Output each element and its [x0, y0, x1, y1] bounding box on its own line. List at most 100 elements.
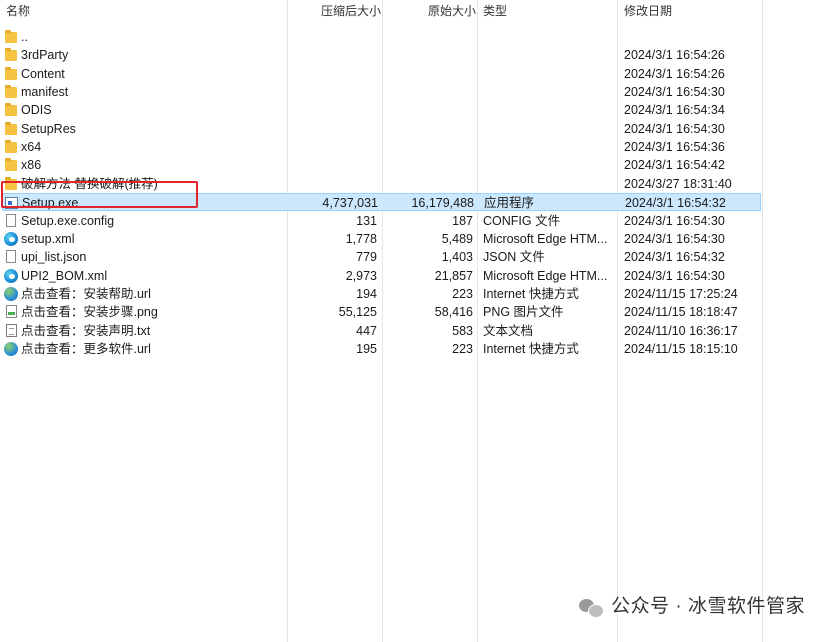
folder-row[interactable]: ..	[0, 28, 831, 46]
original-size	[381, 175, 473, 193]
folder-row[interactable]: SetupRes 2024/3/1 16:54:30	[0, 120, 831, 138]
column-header-compressed-size[interactable]: 压缩后大小	[321, 0, 381, 22]
compressed-size: 447	[356, 323, 377, 338]
file-type: 文本文档	[483, 323, 534, 338]
file-icon	[6, 250, 16, 264]
file-row[interactable]: Setup.exe.config 131 187 CONFIG 文件 2024/3/1 …	[0, 212, 831, 230]
file-type: JSON 文件	[483, 250, 545, 265]
compressed-size	[283, 156, 377, 174]
modified-date: 2024/3/1 16:54:30	[624, 85, 725, 100]
original-size	[381, 156, 473, 174]
compressed-size	[283, 28, 377, 46]
modified-date: 2024/3/1 16:54:26	[624, 66, 725, 81]
txt-icon	[6, 323, 17, 337]
modified-date: 2024/3/1 16:54:32	[624, 250, 725, 265]
file-icon	[6, 213, 16, 227]
file-type	[483, 83, 615, 101]
modified-date: 2024/3/1 16:54:30	[624, 121, 725, 136]
file-type	[483, 101, 615, 119]
file-row[interactable]: 点击查看：安装声明.txt 447 583 文本文档 2024/11/10 16:36:…	[0, 322, 831, 340]
original-size	[381, 120, 473, 138]
original-size	[381, 46, 473, 64]
file-name: SetupRes	[21, 121, 76, 136]
original-size: 223	[452, 286, 473, 301]
original-size: 223	[452, 341, 473, 356]
folder-icon	[5, 30, 17, 43]
file-type	[483, 46, 615, 64]
red-highlight-box	[1, 181, 198, 208]
watermark-text: 公众号 · 冰雪软件管家	[611, 596, 805, 617]
file-name: x64	[21, 140, 42, 155]
original-size	[381, 65, 473, 83]
modified-date: 2024/11/15 17:25:24	[624, 286, 738, 301]
compressed-size	[283, 175, 377, 193]
file-type	[483, 138, 615, 156]
file-type: 应用程序	[484, 196, 535, 211]
compressed-size: 195	[356, 341, 377, 356]
column-header-modified[interactable]: 修改日期	[624, 0, 672, 22]
modified-date	[624, 28, 784, 46]
watermark: 公众号 · 冰雪软件管家	[579, 592, 805, 622]
file-name: setup.xml	[21, 231, 75, 246]
compressed-size: 779	[356, 250, 377, 265]
folder-icon	[5, 85, 17, 99]
compressed-size: 4,737,031	[322, 196, 378, 211]
file-type: Internet 快捷方式	[483, 341, 579, 356]
file-type: Internet 快捷方式	[483, 286, 579, 301]
modified-date: 2024/3/1 16:54:30	[624, 268, 725, 283]
original-size: 187	[452, 213, 473, 228]
file-name: manifest	[21, 85, 69, 100]
file-name: 点击查看：安装声明.txt	[21, 323, 151, 338]
file-name: ..	[21, 30, 28, 44]
folder-row[interactable]: Content 2024/3/1 16:54:26	[0, 65, 831, 83]
file-type: CONFIG 文件	[483, 213, 561, 228]
modified-date: 2024/3/1 16:54:32	[625, 196, 726, 211]
file-type: Microsoft Edge HTM...	[483, 231, 608, 246]
file-type	[483, 28, 615, 46]
compressed-size	[283, 46, 377, 64]
compressed-size	[283, 83, 377, 101]
column-header-name[interactable]: 名称	[6, 0, 30, 22]
modified-date: 2024/11/15 18:15:10	[624, 341, 738, 356]
file-row[interactable]: 点击查看：安装帮助.url 194 223 Internet 快捷方式 2024/11/…	[0, 285, 831, 303]
compressed-size: 194	[356, 286, 377, 301]
globe-icon	[4, 286, 18, 301]
modified-date: 2024/3/1 16:54:26	[624, 48, 725, 63]
file-type	[483, 120, 615, 138]
modified-date: 2024/3/1 16:54:42	[624, 158, 725, 173]
folder-icon	[5, 103, 17, 117]
file-name: 3rdParty	[21, 48, 69, 63]
folder-row[interactable]: x64 2024/3/1 16:54:36	[0, 138, 831, 156]
column-header-original-size[interactable]: 原始大小	[428, 0, 476, 22]
file-row[interactable]: upi_list.json 779 1,403 JSON 文件 2024/3/1 16:…	[0, 248, 831, 266]
original-size: 58,416	[434, 305, 473, 320]
file-row[interactable]: setup.xml 1,778 5,489 Microsoft Edge HTM...…	[0, 230, 831, 248]
original-size	[381, 138, 473, 156]
compressed-size: 2,973	[345, 268, 377, 283]
compressed-size	[283, 138, 377, 156]
folder-row[interactable]: ODIS 2024/3/1 16:54:34	[0, 101, 831, 119]
compressed-size: 131	[356, 213, 377, 228]
folder-row[interactable]: 3rdParty 2024/3/1 16:54:26	[0, 46, 831, 64]
edge-icon	[4, 268, 18, 283]
folder-row[interactable]: x86 2024/3/1 16:54:42	[0, 156, 831, 174]
file-row[interactable]: UPI2_BOM.xml 2,973 21,857 Microsoft Edge HT…	[0, 267, 831, 285]
modified-date: 2024/3/1 16:54:34	[624, 103, 725, 118]
folder-icon	[5, 121, 17, 135]
compressed-size	[283, 101, 377, 119]
folder-row[interactable]: manifest 2024/3/1 16:54:30	[0, 83, 831, 101]
modified-date: 2024/3/1 16:54:30	[624, 213, 725, 228]
file-type: Microsoft Edge HTM...	[483, 268, 608, 283]
file-row[interactable]: 点击查看：更多软件.url 195 223 Internet 快捷方式 2024/11/…	[0, 340, 831, 358]
globe-icon	[4, 341, 18, 356]
folder-icon	[5, 158, 17, 172]
column-header-type[interactable]: 类型	[483, 0, 507, 22]
original-size: 21,857	[434, 268, 473, 283]
file-type	[483, 156, 615, 174]
file-name: 点击查看：更多软件.url	[21, 341, 151, 356]
compressed-size: 1,778	[345, 231, 377, 246]
folder-icon	[5, 48, 17, 62]
png-icon	[6, 305, 17, 319]
modified-date: 2024/11/15 18:18:47	[624, 305, 738, 320]
file-row[interactable]: 点击查看：安装步骤.png 55,125 58,416 PNG 图片文件 2024/11…	[0, 303, 831, 321]
